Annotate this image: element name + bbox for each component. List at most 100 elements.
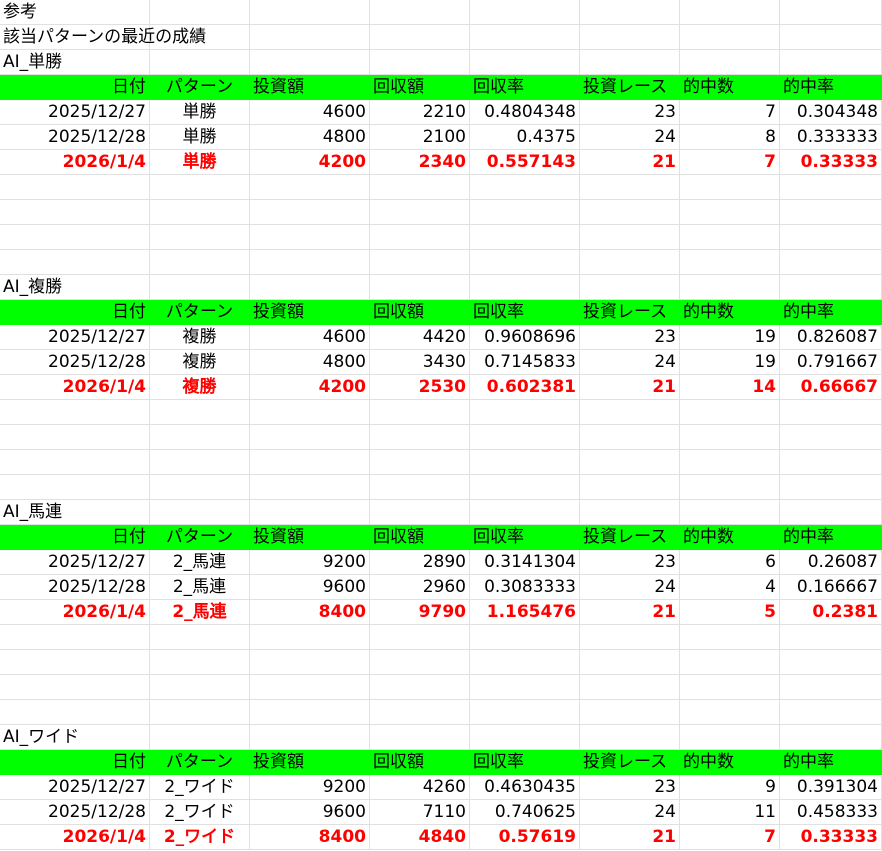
- cell-empty[interactable]: [370, 200, 470, 225]
- cell-empty[interactable]: [780, 675, 882, 700]
- cell-return[interactable]: 4260: [370, 775, 470, 800]
- cell-empty[interactable]: [680, 25, 780, 50]
- cell-empty[interactable]: [470, 450, 580, 475]
- header-races[interactable]: 投資レース: [580, 300, 680, 325]
- cell-empty[interactable]: [680, 650, 780, 675]
- header-investment[interactable]: 投資額: [250, 75, 370, 100]
- cell-empty[interactable]: [0, 650, 150, 675]
- cell-empty[interactable]: [370, 425, 470, 450]
- cell-empty[interactable]: [370, 25, 470, 50]
- cell-empty[interactable]: [250, 175, 370, 200]
- cell-empty[interactable]: [0, 450, 150, 475]
- cell-hits[interactable]: 7: [680, 825, 780, 850]
- header-pattern[interactable]: パターン: [150, 75, 250, 100]
- cell-pattern[interactable]: 2_ワイド: [150, 800, 250, 825]
- cell-empty[interactable]: [150, 475, 250, 500]
- cell-empty[interactable]: [250, 0, 370, 25]
- cell-empty[interactable]: [580, 625, 680, 650]
- cell-empty[interactable]: [150, 625, 250, 650]
- cell-empty[interactable]: [150, 650, 250, 675]
- cell-empty[interactable]: [780, 250, 882, 275]
- cell-empty[interactable]: [470, 250, 580, 275]
- cell-pattern[interactable]: 複勝: [150, 375, 250, 400]
- cell-empty[interactable]: [470, 500, 580, 525]
- cell-empty[interactable]: [470, 25, 580, 50]
- cell-date[interactable]: 2025/12/27: [0, 550, 150, 575]
- cell-empty[interactable]: [150, 250, 250, 275]
- cell-date[interactable]: 2026/1/4: [0, 375, 150, 400]
- cell-empty[interactable]: [250, 250, 370, 275]
- cell-return-rate[interactable]: 0.4630435: [470, 775, 580, 800]
- cell-empty[interactable]: [580, 0, 680, 25]
- cell-empty[interactable]: [0, 700, 150, 725]
- cell-empty[interactable]: [0, 200, 150, 225]
- cell-return[interactable]: 2960: [370, 575, 470, 600]
- cell-empty[interactable]: [370, 625, 470, 650]
- spreadsheet-grid[interactable]: 参考 該当パターンの最近の成績 AI_単勝 日付 パターン 投資額 回収額 回収率 投資レース的…: [0, 0, 882, 851]
- cell-empty[interactable]: [580, 425, 680, 450]
- header-pattern[interactable]: パターン: [150, 300, 250, 325]
- cell-empty[interactable]: [470, 625, 580, 650]
- header-date[interactable]: 日付: [0, 750, 150, 775]
- cell-empty[interactable]: [680, 200, 780, 225]
- cell-empty[interactable]: [680, 175, 780, 200]
- cell-hit-rate[interactable]: 0.304348: [780, 100, 882, 125]
- cell-return[interactable]: 2210: [370, 100, 470, 125]
- cell-empty[interactable]: [150, 0, 250, 25]
- cell-return-rate[interactable]: 0.7145833: [470, 350, 580, 375]
- cell-hit-rate[interactable]: 0.26087: [780, 550, 882, 575]
- cell-races[interactable]: 24: [580, 800, 680, 825]
- cell-empty[interactable]: [370, 475, 470, 500]
- cell-empty[interactable]: [470, 400, 580, 425]
- cell-empty[interactable]: [370, 675, 470, 700]
- cell-hits[interactable]: 8: [680, 125, 780, 150]
- cell-empty[interactable]: [680, 700, 780, 725]
- cell-races[interactable]: 24: [580, 350, 680, 375]
- cell-races[interactable]: 21: [580, 600, 680, 625]
- cell-empty[interactable]: [150, 675, 250, 700]
- cell-empty[interactable]: [250, 625, 370, 650]
- cell-hit-rate[interactable]: 0.826087: [780, 325, 882, 350]
- header-return[interactable]: 回収額: [370, 300, 470, 325]
- cell-empty[interactable]: [470, 200, 580, 225]
- cell-empty[interactable]: [580, 450, 680, 475]
- cell-empty[interactable]: [150, 200, 250, 225]
- cell-date[interactable]: 2025/12/27: [0, 100, 150, 125]
- cell-empty[interactable]: [580, 725, 680, 750]
- cell-hit-rate[interactable]: 0.33333: [780, 825, 882, 850]
- cell-empty[interactable]: [150, 725, 250, 750]
- cell-empty[interactable]: [680, 675, 780, 700]
- cell-hits[interactable]: 14: [680, 375, 780, 400]
- cell-hit-rate[interactable]: 0.458333: [780, 800, 882, 825]
- cell-races[interactable]: 21: [580, 150, 680, 175]
- header-hits[interactable]: 的中数: [680, 525, 780, 550]
- cell-hit-rate[interactable]: 0.2381: [780, 600, 882, 625]
- cell-return-rate[interactable]: 0.4804348: [470, 100, 580, 125]
- cell-empty[interactable]: [780, 625, 882, 650]
- cell-empty[interactable]: [250, 725, 370, 750]
- cell-empty[interactable]: [780, 25, 882, 50]
- cell-empty[interactable]: [780, 50, 882, 75]
- cell-empty[interactable]: [680, 625, 780, 650]
- cell-empty[interactable]: [580, 175, 680, 200]
- cell-races[interactable]: 23: [580, 550, 680, 575]
- cell-empty[interactable]: [250, 475, 370, 500]
- cell-empty[interactable]: [470, 675, 580, 700]
- cell-return[interactable]: 2340: [370, 150, 470, 175]
- cell-pattern[interactable]: 2_ワイド: [150, 825, 250, 850]
- cell-hit-rate[interactable]: 0.33333: [780, 150, 882, 175]
- cell-empty[interactable]: [150, 175, 250, 200]
- header-investment[interactable]: 投資額: [250, 750, 370, 775]
- cell-empty[interactable]: [780, 500, 882, 525]
- cell-hits[interactable]: 7: [680, 150, 780, 175]
- cell-empty[interactable]: [680, 400, 780, 425]
- cell-hit-rate[interactable]: 0.333333: [780, 125, 882, 150]
- cell-empty[interactable]: [150, 425, 250, 450]
- cell-investment[interactable]: 8400: [250, 825, 370, 850]
- header-return[interactable]: 回収額: [370, 750, 470, 775]
- cell-pattern[interactable]: 2_馬連: [150, 600, 250, 625]
- cell-empty[interactable]: [580, 275, 680, 300]
- cell-empty[interactable]: [0, 175, 150, 200]
- cell-empty[interactable]: [680, 475, 780, 500]
- cell-return-rate[interactable]: 0.3141304: [470, 550, 580, 575]
